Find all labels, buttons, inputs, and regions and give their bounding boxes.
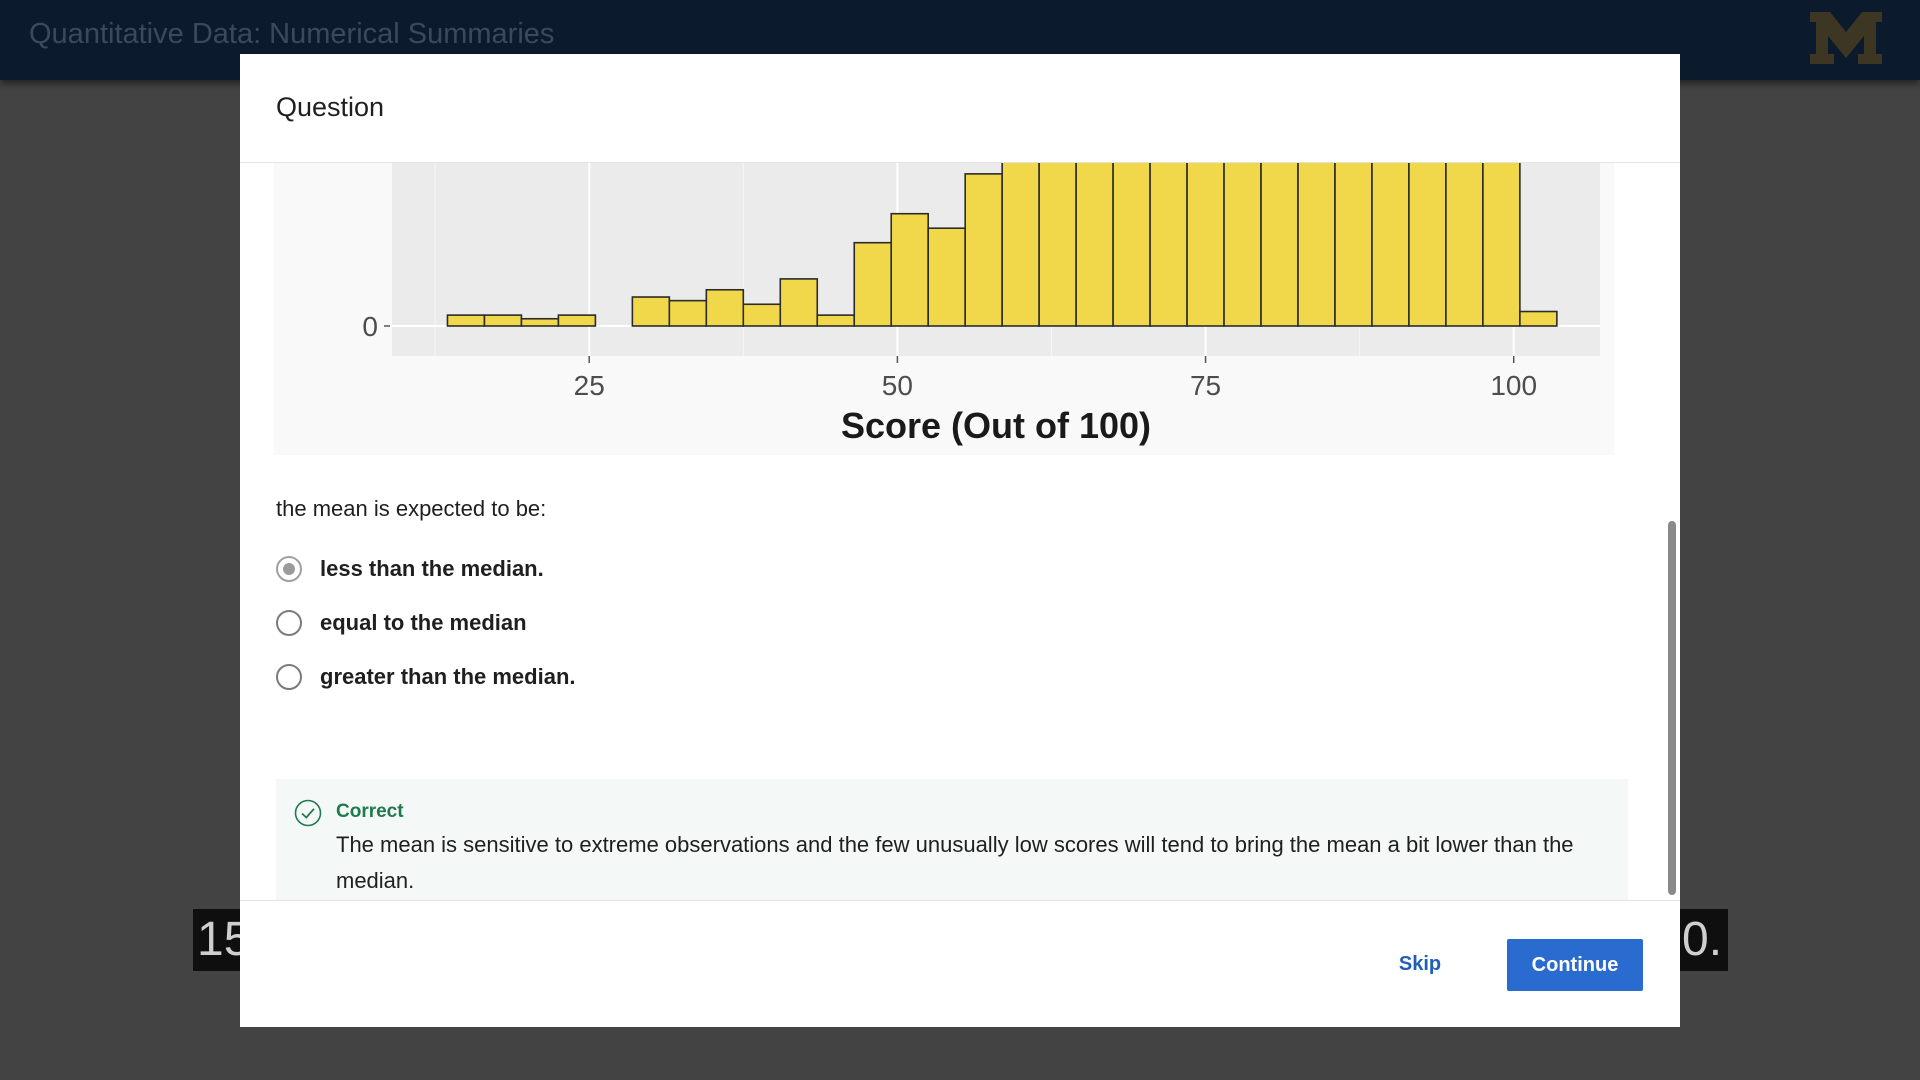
histogram-chart: 0 25 50 75 100 Score (Out of 100) — [274, 163, 1614, 455]
histogram-bar — [742, 303, 782, 327]
continue-button[interactable]: Continue — [1507, 939, 1643, 991]
histogram-bar — [483, 314, 523, 327]
check-circle-icon — [294, 799, 322, 827]
histogram-bar — [557, 314, 597, 327]
x-tick-label: 25 — [574, 370, 605, 401]
histogram-bar — [1149, 163, 1188, 327]
histogram-svg: 0 25 50 75 100 Score (Out of 100) — [362, 163, 1600, 446]
histogram-bar — [1297, 163, 1336, 327]
histogram-bar — [631, 296, 671, 327]
y-tick-label: 0 — [362, 311, 378, 342]
x-tick-label: 75 — [1190, 370, 1221, 401]
histogram-bar — [1445, 163, 1484, 327]
option-equal-to-median[interactable]: equal to the median — [276, 608, 1076, 642]
question-stem: the mean is expected to be: — [276, 496, 547, 521]
histogram-bar — [1186, 163, 1225, 327]
histogram-bar — [964, 173, 1003, 327]
feedback-text: The mean is sensitive to extreme observa… — [336, 832, 1574, 893]
histogram-bar — [1482, 163, 1521, 327]
radio-button[interactable] — [276, 664, 302, 690]
histogram-bar — [1408, 163, 1447, 327]
histogram-bar — [1334, 163, 1373, 327]
histogram-bar — [705, 288, 745, 327]
radio-button[interactable] — [276, 610, 302, 636]
option-label: less than the median. — [320, 556, 544, 581]
histogram-bar — [1038, 163, 1077, 327]
histogram-bar — [816, 314, 856, 327]
x-tick-label: 100 — [1490, 370, 1537, 401]
course-title: Quantitative Data: Numerical Summaries — [29, 18, 555, 50]
modal-footer: Skip Continue — [240, 900, 1680, 1027]
option-label: greater than the median. — [320, 664, 576, 689]
histogram-bar — [1112, 163, 1151, 327]
histogram-bar — [446, 314, 486, 327]
histogram-bar — [1223, 163, 1262, 327]
x-tick-label: 50 — [882, 370, 913, 401]
histogram-bar — [890, 212, 930, 327]
caption-fragment-left: 15 — [193, 909, 244, 971]
option-greater-than-median[interactable]: greater than the median. — [276, 662, 1076, 696]
modal-header: Question — [240, 54, 1680, 163]
histogram-bar — [1519, 310, 1558, 327]
feedback-panel: Correct The mean is sensitive to extreme… — [276, 779, 1628, 901]
modal-body[interactable]: 0 25 50 75 100 Score (Out of 100) the mean is… — [240, 163, 1680, 901]
histogram-bar — [668, 299, 708, 327]
histogram-bar — [1075, 163, 1114, 327]
modal-scrollbar[interactable] — [1668, 521, 1676, 895]
question-modal: Question 0 25 50 75 100 Score (Out of 100) th… — [240, 54, 1680, 1027]
histogram-bar — [1260, 163, 1299, 327]
option-less-than-median[interactable]: less than the median. — [276, 554, 1076, 588]
histogram-bar — [927, 227, 966, 327]
histogram-bar — [1371, 163, 1410, 327]
modal-title: Question — [276, 92, 385, 122]
histogram-bar — [853, 241, 893, 327]
histogram-bar — [779, 278, 819, 327]
histogram-bar — [1001, 163, 1040, 327]
radio-dot — [283, 563, 295, 575]
histogram-bar — [520, 317, 560, 327]
feedback-title: Correct — [336, 801, 404, 822]
radio-button-selected[interactable] — [276, 556, 302, 582]
skip-button[interactable]: Skip — [1388, 947, 1452, 981]
caption-fragment-right: 0. — [1680, 909, 1728, 971]
x-axis-label: Score (Out of 100) — [841, 405, 1151, 446]
michigan-logo-icon — [1810, 12, 1882, 64]
option-label: equal to the median — [320, 610, 527, 635]
